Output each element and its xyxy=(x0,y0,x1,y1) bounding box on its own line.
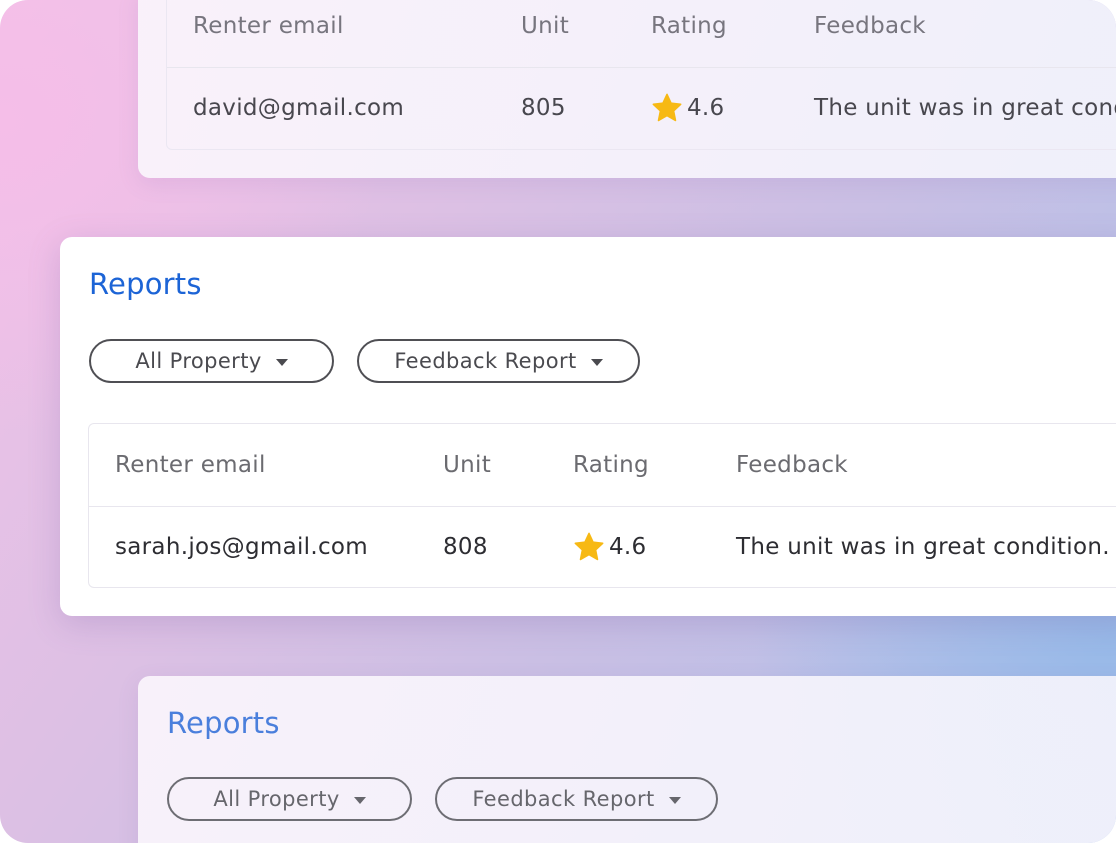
table-row[interactable]: david@gmail.com 805 4.6 The unit was in … xyxy=(167,67,1116,149)
property-filter-label: All Property xyxy=(213,787,340,811)
caret-down-icon xyxy=(275,358,288,366)
rating-cell: 4.6 xyxy=(573,506,646,588)
report-type-dropdown[interactable]: Feedback Report xyxy=(435,777,718,821)
rating-value: 4.6 xyxy=(609,534,647,560)
unit-cell: 805 xyxy=(521,95,566,121)
header-rating: Rating xyxy=(651,13,727,39)
top-report-card: Renter email Unit Rating Feedback david@… xyxy=(138,0,1116,178)
renter-email-cell: sarah.jos@gmail.com xyxy=(115,534,368,560)
header-renter-email: Renter email xyxy=(193,13,344,39)
table-row[interactable]: sarah.jos@gmail.com 808 4.6 The unit was… xyxy=(89,506,1116,588)
table-header-row: Renter email Unit Rating Feedback xyxy=(89,424,1116,507)
background-stage: Renter email Unit Rating Feedback david@… xyxy=(0,0,1116,843)
report-type-label: Feedback Report xyxy=(394,349,577,373)
report-type-dropdown[interactable]: Feedback Report xyxy=(357,339,640,383)
unit-cell: 808 xyxy=(443,534,488,560)
bottom-report-card: Reports All Property Feedback Report xyxy=(138,676,1116,843)
rating-value: 4.6 xyxy=(687,95,725,121)
page-title: Reports xyxy=(167,706,280,740)
star-icon xyxy=(574,532,604,561)
property-filter-dropdown[interactable]: All Property xyxy=(167,777,412,821)
feedback-table: Renter email Unit Rating Feedback sarah.… xyxy=(88,423,1116,588)
page-title: Reports xyxy=(89,267,202,301)
header-feedback: Feedback xyxy=(736,452,848,478)
caret-down-icon xyxy=(590,358,603,366)
feedback-cell: The unit was in great condition. xyxy=(814,95,1116,121)
top-feedback-table: Renter email Unit Rating Feedback david@… xyxy=(166,0,1116,150)
rating-cell: 4.6 xyxy=(651,67,724,149)
header-unit: Unit xyxy=(521,13,570,39)
property-filter-dropdown[interactable]: All Property xyxy=(89,339,334,383)
header-rating: Rating xyxy=(573,452,649,478)
feedback-cell: The unit was in great condition. xyxy=(736,534,1110,560)
renter-email-cell: david@gmail.com xyxy=(193,95,405,121)
header-renter-email: Renter email xyxy=(115,452,266,478)
header-feedback: Feedback xyxy=(814,13,926,39)
star-icon xyxy=(652,93,682,122)
caret-down-icon xyxy=(353,796,366,804)
report-type-label: Feedback Report xyxy=(472,787,655,811)
table-header-row: Renter email Unit Rating Feedback xyxy=(167,0,1116,68)
main-report-card: Reports All Property Feedback Report Ren… xyxy=(60,237,1116,616)
property-filter-label: All Property xyxy=(135,349,262,373)
header-unit: Unit xyxy=(443,452,492,478)
caret-down-icon xyxy=(668,796,681,804)
